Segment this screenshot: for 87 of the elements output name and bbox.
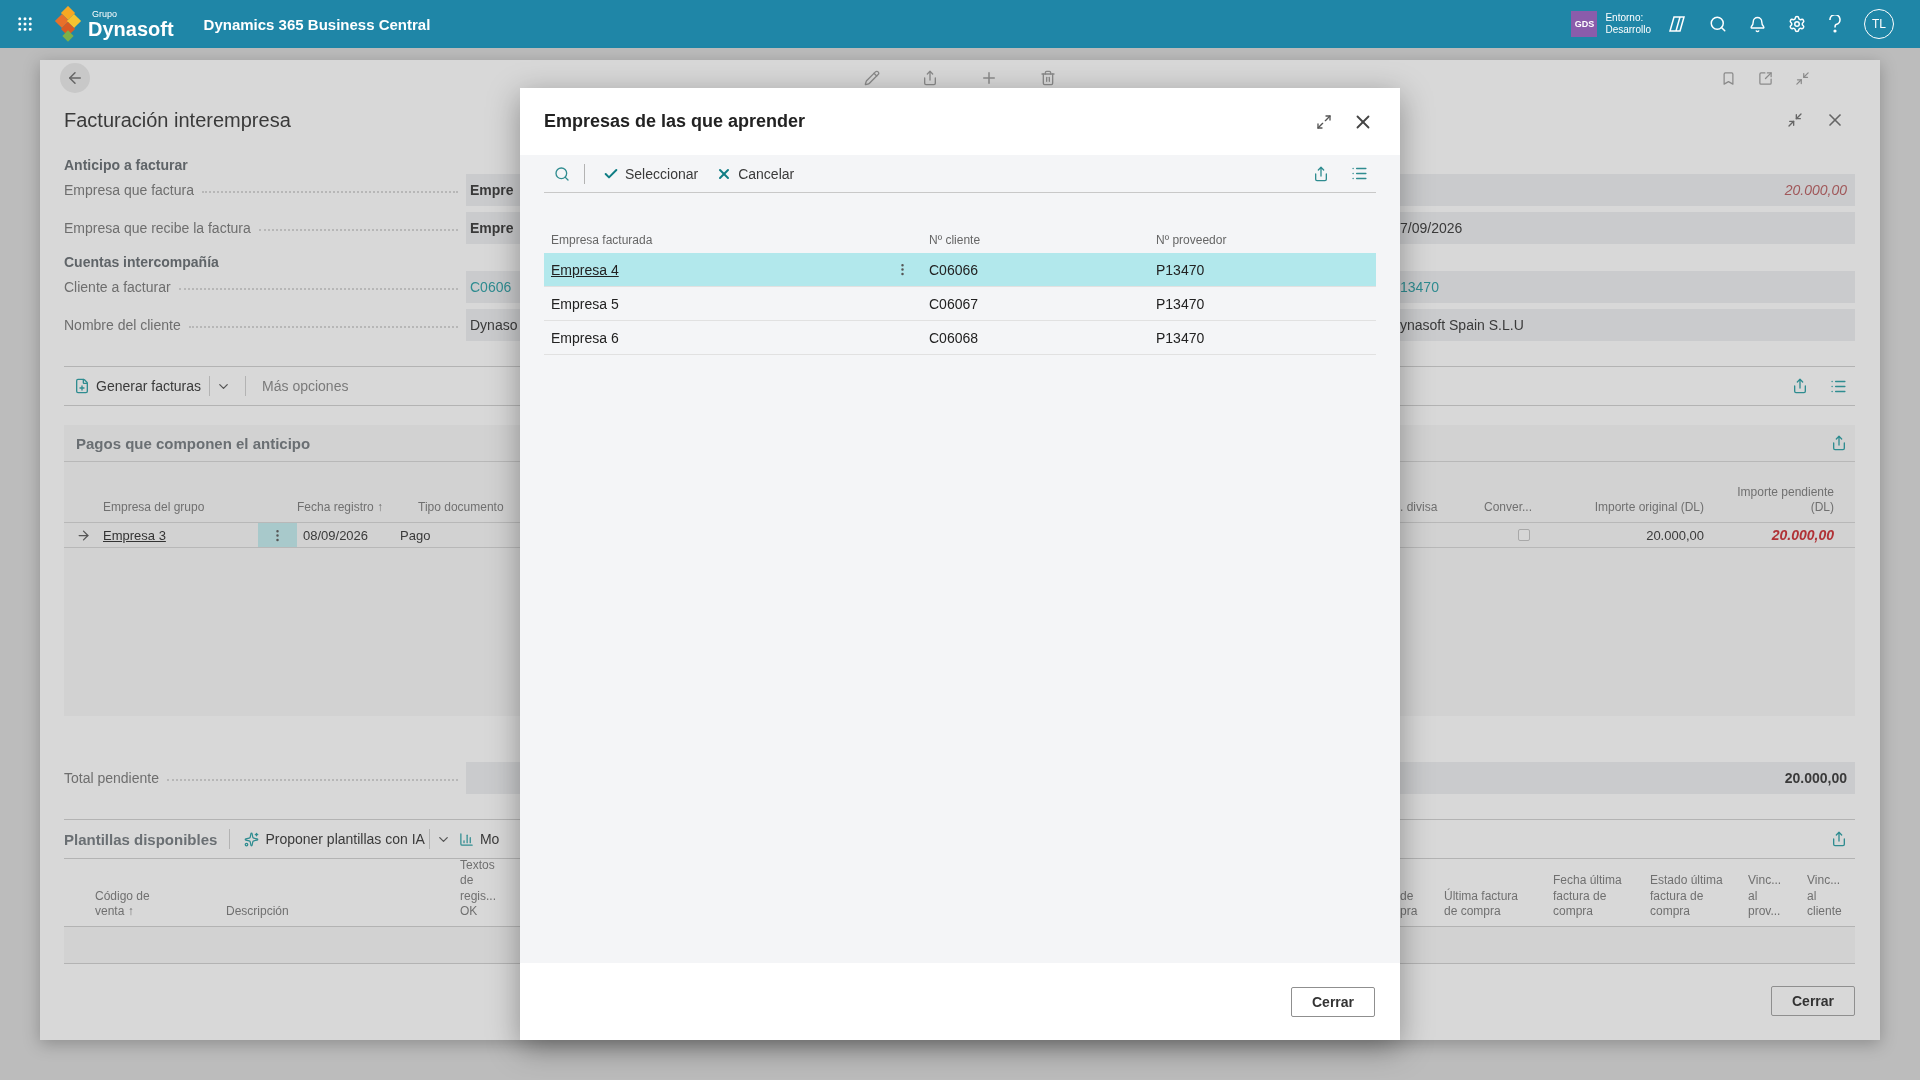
page-title: Facturación interempresa — [64, 108, 291, 132]
column-header[interactable]: Vinc... al cliente — [1807, 873, 1851, 920]
column-header[interactable]: Fecha registro ↑ — [297, 500, 418, 516]
column-header[interactable]: Tipo documento — [418, 500, 514, 516]
table-cell: 08/09/2026 — [303, 528, 369, 543]
table-cell-text: P13470 — [1155, 295, 1206, 312]
toolbar-button[interactable]: Seleccionar — [597, 161, 705, 186]
column-header[interactable]: Descripción — [226, 904, 289, 920]
logo-icon — [54, 6, 84, 42]
field-value[interactable]: Empre — [466, 174, 520, 206]
table-cell-text: P13470 — [1155, 261, 1206, 278]
table-row[interactable]: Empresa 4 C06066 P13470 — [544, 253, 1376, 287]
field-value[interactable] — [466, 762, 520, 794]
column-header[interactable]: . divisa — [1400, 500, 1484, 516]
row-menu-icon[interactable] — [258, 523, 297, 547]
collapse-icon[interactable] — [1795, 70, 1810, 86]
add-icon[interactable] — [980, 69, 998, 87]
table-cell-text: C06068 — [928, 329, 980, 346]
open-new-window-icon[interactable] — [1758, 70, 1773, 86]
column-header[interactable]: de pra — [1400, 888, 1430, 920]
share-icon[interactable] — [922, 70, 938, 86]
delete-icon[interactable] — [1040, 70, 1056, 86]
checkbox[interactable] — [1518, 529, 1530, 541]
column-header[interactable]: Vinc... al prov... — [1748, 873, 1788, 920]
logo-caption: Grupo — [92, 9, 118, 19]
toolbar-button[interactable]: Mo — [456, 827, 502, 851]
field-label: Total pendiente — [64, 770, 159, 786]
table-cell-text: C06066 — [928, 261, 980, 278]
table-cell: 20.000,00 — [1771, 527, 1834, 543]
field-value[interactable]: Dynaso — [466, 309, 520, 341]
document-icon — [74, 378, 90, 394]
column-header[interactable]: Importe pendiente (DL) — [1704, 484, 1834, 516]
panel-title: Pagos que componen el anticipo — [76, 434, 311, 452]
table-row[interactable]: Empresa 6 C06068 P13470 — [544, 321, 1376, 355]
table-cell-text: C06067 — [928, 295, 980, 312]
close-button[interactable]: Cerrar — [1291, 986, 1375, 1017]
column-header[interactable]: Nº cliente — [922, 233, 1149, 253]
column-header[interactable]: Nº proveedor — [1149, 233, 1376, 253]
column-header[interactable]: Última factura de compra — [1444, 888, 1530, 920]
table-cell: Pago — [400, 528, 431, 543]
field-label: Nombre del cliente — [64, 317, 181, 333]
environment-label: Entorno: — [1605, 12, 1645, 24]
field-value[interactable]: Empre — [466, 212, 520, 244]
field-label: Empresa que recibe la factura — [64, 220, 251, 236]
section-title: Plantillas disponibles — [64, 830, 218, 848]
dialog-title: Empresas de las que aprender — [544, 111, 807, 132]
field-label: Cliente a facturar — [64, 279, 171, 295]
field-value[interactable]: 20.000,00 — [1400, 174, 1855, 206]
edit-icon[interactable] — [864, 70, 880, 86]
field-value[interactable]: 20.000,00 — [1400, 762, 1855, 794]
company-link[interactable]: Empresa 6 — [544, 329, 619, 346]
company-link[interactable]: Empresa 3 — [103, 528, 166, 543]
table-row[interactable]: Empresa 5 C06067 P13470 — [544, 287, 1376, 321]
column-header[interactable]: Fecha última factura de compra — [1553, 873, 1633, 920]
column-header[interactable]: Estado última factura de compra — [1650, 873, 1732, 920]
company-link[interactable]: Empresa 4 — [544, 261, 619, 278]
section-heading: Anticipo a facturar — [64, 156, 188, 174]
search-icon[interactable] — [1709, 15, 1727, 33]
notifications-icon[interactable] — [1749, 15, 1766, 33]
field-value[interactable]: 7/09/2026 — [1400, 212, 1855, 244]
column-header[interactable]: Código de venta ↑ — [95, 888, 165, 920]
field-label: Empresa que factura — [64, 182, 194, 198]
table-cell-text: P13470 — [1155, 329, 1206, 346]
environment-name: Desarrollo — [1605, 24, 1651, 36]
settings-icon[interactable] — [1788, 15, 1806, 33]
logo-name: Dynasoft — [88, 18, 174, 39]
more-options-button[interactable]: Más opciones — [256, 374, 355, 398]
toolbar-button[interactable]: Proponer plantillas con IA — [242, 827, 427, 851]
column-header[interactable]: Empresa del grupo — [103, 500, 297, 516]
column-header[interactable]: Conver... — [1484, 500, 1564, 516]
back-button[interactable] — [60, 63, 90, 93]
column-header[interactable]: Empresa facturada — [544, 233, 882, 253]
field-value[interactable]: ynasoft Spain S.L.U — [1400, 309, 1855, 341]
table-cell: 20.000,00 — [1646, 528, 1704, 543]
section-heading: Cuentas intercompañía — [64, 253, 219, 271]
company-link[interactable]: Empresa 5 — [544, 295, 619, 312]
column-header[interactable]: Textos de regis... OK — [460, 859, 504, 920]
toolbar-button[interactable]: Cancelar — [710, 161, 801, 186]
column-header[interactable]: Importe original (DL) — [1564, 500, 1704, 516]
environment-badge: GDS — [1571, 11, 1598, 37]
bookmark-icon[interactable] — [1721, 70, 1736, 86]
sparkle-icon — [244, 831, 260, 847]
chart-icon — [458, 831, 474, 847]
close-button[interactable]: Cerrar — [1771, 986, 1855, 1016]
help-icon[interactable] — [1828, 15, 1842, 33]
toolbar-button[interactable]: Generar facturas — [68, 374, 208, 398]
product-name: Dynamics 365 Business Central — [203, 15, 431, 33]
